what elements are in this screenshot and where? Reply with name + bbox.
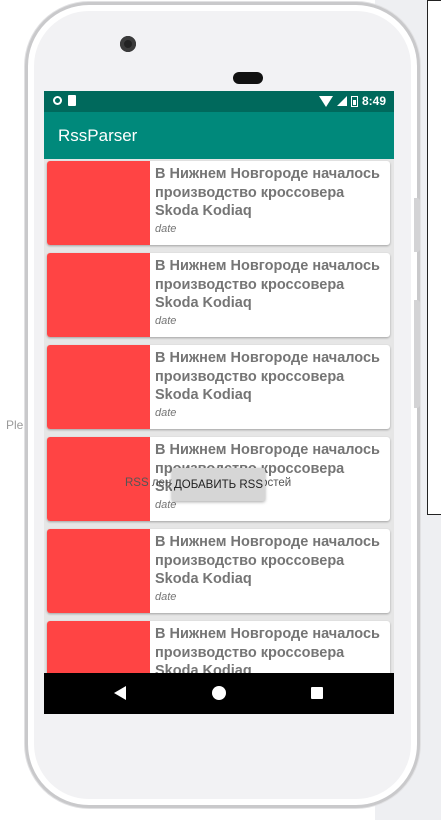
news-date: date	[155, 315, 177, 327]
status-time: 8:49	[361, 94, 386, 108]
news-card[interactable]: В Нижнем Новгороде началось производство…	[47, 161, 390, 245]
cell-signal-icon	[336, 96, 347, 106]
news-thumbnail	[47, 161, 150, 245]
app-bar: RssParser	[44, 112, 394, 159]
power-button[interactable]	[414, 198, 420, 252]
side-panel	[427, 0, 441, 515]
news-card[interactable]: В Нижнем Новгороде началось производство…	[47, 621, 390, 673]
news-title: В Нижнем Новгороде началось производство…	[155, 534, 380, 587]
back-icon[interactable]	[114, 686, 126, 700]
news-thumbnail	[47, 529, 150, 613]
news-thumbnail	[47, 345, 150, 429]
battery-icon	[350, 95, 358, 107]
navigation-bar	[44, 673, 394, 714]
news-date: date	[155, 591, 177, 603]
notification-circle-icon	[53, 96, 62, 105]
wifi-icon	[318, 95, 333, 107]
recents-icon[interactable]	[311, 687, 323, 699]
news-card[interactable]: В Нижнем Новгороде началось производство…	[47, 529, 390, 613]
news-thumbnail	[47, 253, 150, 337]
front-camera-icon	[120, 36, 136, 52]
news-list[interactable]: В Нижнем Новгороде началось производство…	[44, 159, 394, 673]
news-title: В Нижнем Новгороде началось производство…	[155, 166, 380, 219]
app-title: RssParser	[58, 126, 138, 145]
news-title: В Нижнем Новгороде началось производство…	[155, 258, 380, 311]
news-card[interactable]: В Нижнем Новгороде началось производство…	[47, 253, 390, 337]
status-bar: 8:49	[44, 91, 394, 112]
volume-button[interactable]	[414, 300, 420, 408]
background-hint-text: Ple	[6, 418, 24, 432]
news-title: В Нижнем Новгороде началось производство…	[155, 350, 380, 403]
home-icon[interactable]	[212, 686, 226, 700]
news-thumbnail	[47, 621, 150, 673]
add-rss-button[interactable]: ДОБАВИТЬ RSS	[172, 468, 265, 501]
news-title: В Нижнем Новгороде началось производство…	[155, 626, 380, 673]
news-date: date	[155, 223, 177, 235]
news-date: date	[155, 407, 177, 419]
device-screen: 8:49 RssParser В Нижнем Новгороде начало…	[44, 91, 394, 714]
earpiece-icon	[233, 72, 263, 84]
sd-card-icon	[68, 95, 76, 106]
news-card[interactable]: В Нижнем Новгороде началось производство…	[47, 345, 390, 429]
